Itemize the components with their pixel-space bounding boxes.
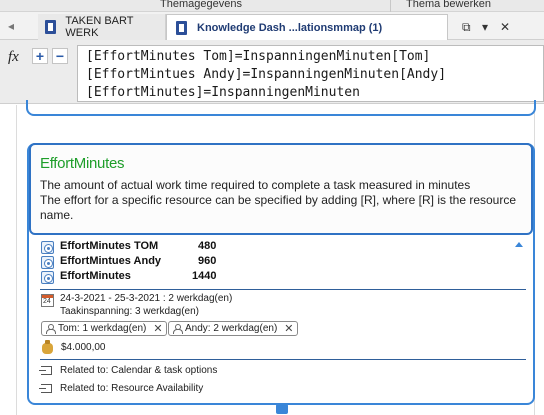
tab-list-dropdown-icon[interactable]: ▾ xyxy=(482,14,488,40)
relation-label[interactable]: Related to: Resource Availability xyxy=(60,383,203,394)
formula-line[interactable]: [EffortMinutes Tom]=InspanningenMinuten[… xyxy=(86,48,543,66)
metric-row[interactable]: EffortMinutes 1440 xyxy=(41,270,511,285)
property-gear-icon xyxy=(41,241,54,254)
calendar-day: 24 xyxy=(43,298,51,305)
property-gear-icon xyxy=(41,256,54,269)
metric-name: EffortMinutes TOM xyxy=(60,240,159,252)
resource-chip-andy[interactable]: Andy: 2 werkdag(en) ✕ xyxy=(168,321,298,336)
document-icon xyxy=(175,20,189,35)
person-icon xyxy=(172,323,183,334)
link-arrow-icon xyxy=(39,366,52,375)
resource-chip-tom[interactable]: Tom: 1 werkdag(en) ✕ xyxy=(41,321,167,336)
link-arrow-icon xyxy=(39,384,52,393)
remove-resource-icon[interactable]: ✕ xyxy=(284,322,293,335)
tab-label: Knowledge Dash ...lationsmmap (1) xyxy=(197,21,383,34)
topic-title: EffortMinutes xyxy=(40,155,125,172)
add-topic-handle[interactable] xyxy=(276,404,288,414)
resource-label: Tom: 1 werkdag(en) xyxy=(58,323,147,334)
canvas-left-border xyxy=(16,105,17,415)
task-date-range: 24-3-2021 - 25-3-2021 : 2 werkdag(en) xyxy=(60,293,233,304)
previous-topic-card[interactable] xyxy=(26,100,536,116)
task-effort: Taakinspanning: 3 werkdag(en) xyxy=(60,306,199,317)
metric-row[interactable]: EffortMintues Andy 960 xyxy=(41,255,511,270)
add-formula-button[interactable]: + xyxy=(32,48,48,64)
topic-description: The amount of actual work time required … xyxy=(40,178,528,223)
ribbon-strip: Themagegevens Thema bewerken xyxy=(0,0,544,12)
calendar-icon: 24 xyxy=(41,294,54,307)
metric-value: 960 xyxy=(198,255,217,267)
remove-resource-icon[interactable]: ✕ xyxy=(153,322,162,335)
document-icon xyxy=(44,20,57,34)
money-bag-icon xyxy=(41,340,54,354)
tab-knowledge-dash[interactable]: Knowledge Dash ...lationsmmap (1) xyxy=(166,14,448,40)
tab-taken-bart-werk[interactable]: TAKEN BART WERK xyxy=(38,14,166,40)
ribbon-separator xyxy=(390,0,391,12)
formula-editor[interactable]: [EffortMinutes Tom]=InspanningenMinuten[… xyxy=(77,45,544,102)
ribbon-group-thema-bewerken: Thema bewerken xyxy=(406,0,491,10)
description-line: The effort for a specific resource can b… xyxy=(40,193,517,222)
formula-line[interactable]: [EffortMintues Andy]=InspanningenMinuten… xyxy=(86,66,543,84)
resource-label: Andy: 2 werkdag(en) xyxy=(185,323,278,334)
topic-card-effortminutes[interactable]: EffortMinutes The amount of actual work … xyxy=(27,143,535,405)
metric-name: EffortMinutes xyxy=(60,270,131,282)
ribbon-group-themagegevens: Themagegevens xyxy=(160,0,242,10)
metrics-list: EffortMinutes TOM 480 EffortMintues Andy… xyxy=(41,240,511,285)
collapse-chevron-up-icon[interactable] xyxy=(515,242,523,247)
remove-formula-button[interactable]: − xyxy=(52,48,68,64)
restore-window-icon[interactable]: ⧉ xyxy=(462,14,471,40)
person-icon xyxy=(45,323,56,334)
relation-label[interactable]: Related to: Calendar & task options xyxy=(60,365,217,376)
formula-bar: fx + − [EffortMinutes Tom]=InspanningenM… xyxy=(0,40,544,104)
section-divider xyxy=(40,359,526,360)
tab-label: TAKEN BART WERK xyxy=(65,15,134,39)
metric-value: 480 xyxy=(198,240,217,252)
metric-row[interactable]: EffortMinutes TOM 480 xyxy=(41,240,511,255)
close-tab-icon[interactable]: ✕ xyxy=(500,14,510,40)
description-line: The amount of actual work time required … xyxy=(40,178,471,192)
fx-icon: fx xyxy=(8,49,19,65)
metric-value: 1440 xyxy=(192,270,217,282)
section-divider xyxy=(40,289,526,290)
topic-card-header[interactable]: EffortMinutes The amount of actual work … xyxy=(29,143,533,235)
document-tabbar: ◂ TAKEN BART WERK Knowledge Dash ...lati… xyxy=(0,12,544,40)
task-cost: $4.000,00 xyxy=(61,342,106,353)
tab-scroll-left-icon[interactable]: ◂ xyxy=(8,19,14,33)
metric-name: EffortMintues Andy xyxy=(60,255,162,267)
property-gear-icon xyxy=(41,271,54,284)
